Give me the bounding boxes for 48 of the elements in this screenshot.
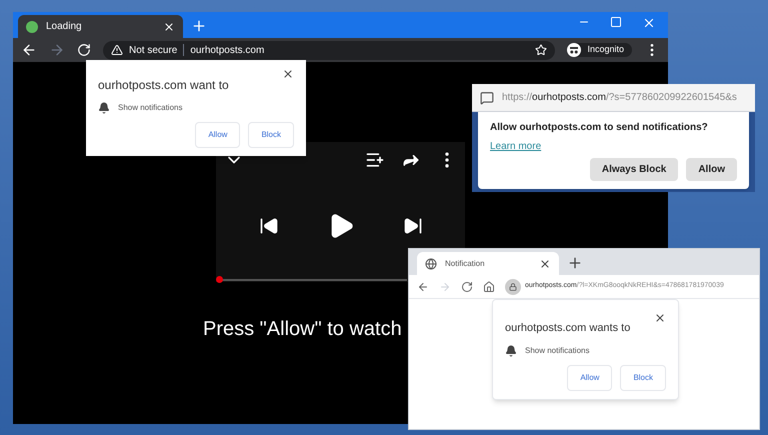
reload-icon[interactable] [461, 280, 473, 292]
close-icon[interactable] [654, 312, 666, 324]
bell-icon [505, 344, 517, 356]
address-bar[interactable]: https://ourhotposts.com/?s=577860209922601545&s [472, 84, 755, 112]
browser-tab[interactable]: Notification [417, 252, 559, 275]
learn-more-link[interactable]: Learn more [490, 139, 737, 154]
bell-icon [98, 102, 110, 114]
allow-button[interactable]: Allow [195, 122, 240, 148]
lock-icon [509, 282, 517, 290]
block-button[interactable]: Block [248, 122, 294, 148]
new-tab-icon[interactable] [567, 255, 583, 271]
next-icon[interactable] [402, 216, 422, 236]
caption-text: Press "Allow" to watch [203, 317, 402, 342]
new-tab-icon[interactable] [191, 18, 207, 34]
address-bar[interactable]: Not secure ourhotposts.com [103, 40, 556, 60]
warning-icon [111, 44, 123, 56]
forward-icon[interactable] [49, 42, 65, 58]
close-icon[interactable] [282, 68, 294, 80]
home-icon[interactable] [483, 280, 495, 292]
tab-title: Loading [46, 20, 83, 34]
globe-icon [425, 258, 437, 270]
previous-icon[interactable] [258, 216, 278, 236]
lock-badge[interactable] [505, 278, 521, 294]
star-icon[interactable] [535, 44, 548, 56]
block-button[interactable]: Block [620, 364, 666, 390]
allow-button[interactable]: Allow [686, 158, 737, 181]
close-icon[interactable] [163, 20, 175, 32]
security-label: Not secure [129, 44, 178, 58]
url-text: https://ourhotposts.com/?s=577860209922601545&s [502, 91, 737, 105]
block-button[interactable]: Always Block [590, 158, 678, 181]
allow-button[interactable]: Allow [567, 364, 612, 390]
popup-title: Allow ourhotposts.com to send notifications? [490, 121, 709, 135]
close-icon[interactable] [539, 258, 551, 270]
incognito-icon [567, 43, 582, 57]
tab-title: Notification [445, 258, 486, 270]
message-icon [480, 90, 494, 104]
popup-title: ourhotposts.com wants to [505, 321, 630, 336]
browser-tab[interactable]: Loading [18, 15, 183, 38]
site-favicon-icon [26, 20, 38, 32]
permission-label: Show notifications [525, 344, 590, 356]
seek-thumb[interactable] [216, 276, 223, 283]
back-icon[interactable] [417, 280, 429, 292]
maximize-icon[interactable] [610, 16, 622, 28]
back-icon[interactable] [21, 42, 37, 58]
popup-title: ourhotposts.com want to [98, 77, 229, 94]
profile-chip[interactable]: Incognito [567, 43, 632, 57]
url-text: ourhotposts.com [190, 44, 266, 58]
permission-label: Show notifications [118, 102, 182, 114]
